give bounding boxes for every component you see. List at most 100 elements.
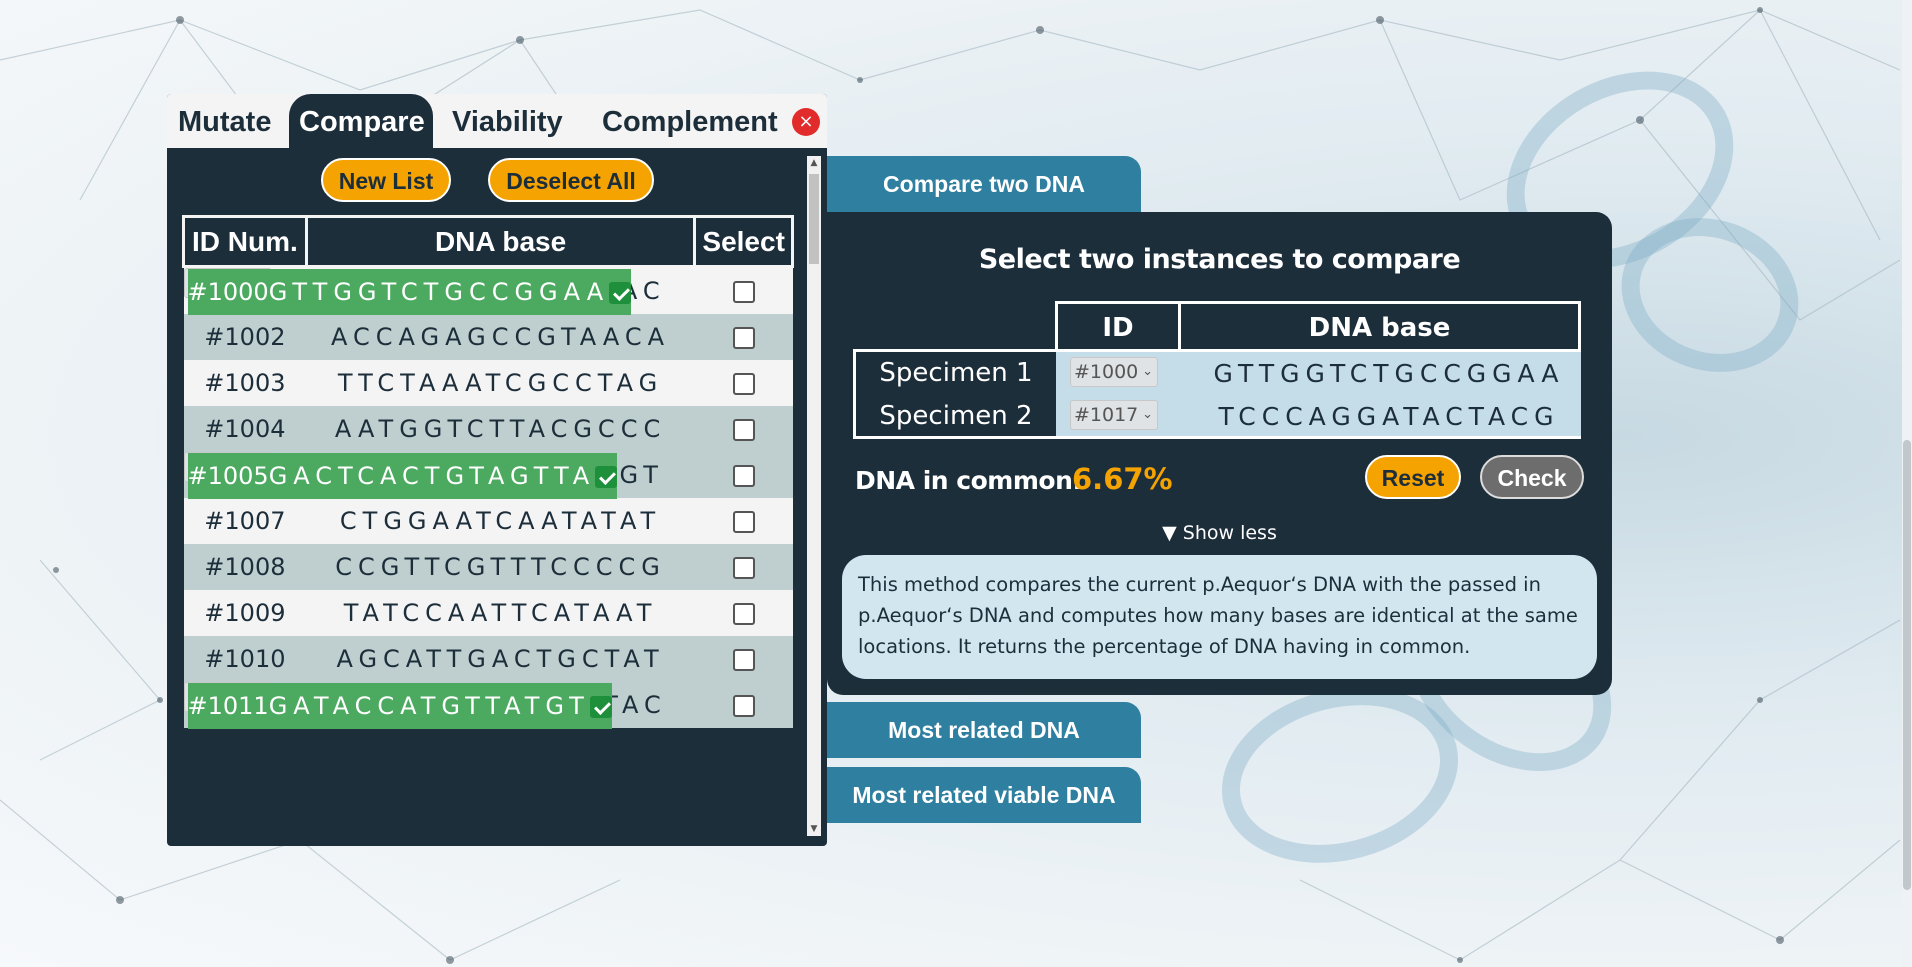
row-select-cell bbox=[694, 268, 793, 314]
row-select-cell bbox=[694, 544, 793, 590]
row-select-cell bbox=[694, 406, 793, 452]
row-id: #1003 bbox=[183, 360, 307, 406]
row-select-cell bbox=[694, 636, 793, 682]
table-row[interactable]: #1004 AATGGTCTTACGCCC bbox=[183, 406, 793, 452]
page-scrollbar[interactable] bbox=[1902, 0, 1912, 967]
column-header-select: Select bbox=[693, 215, 794, 268]
row-dna: AGCATTGACTGCTAT bbox=[306, 636, 695, 682]
table-row[interactable]: #1009 TATCCAATTCATAAT bbox=[183, 590, 793, 636]
row-select-cell bbox=[694, 314, 793, 360]
row-select-checkbox[interactable] bbox=[732, 465, 755, 487]
table-row[interactable]: #1011 GATACCATGTTATGT bbox=[183, 682, 612, 729]
chevron-down-icon: ⌄ bbox=[1142, 407, 1153, 422]
page-scroll-thumb[interactable] bbox=[1903, 440, 1911, 890]
most-related-viable-dna-tab[interactable]: Most related viable DNA bbox=[827, 767, 1141, 823]
compare-panel: Select two instances to compare ID DNA b… bbox=[827, 212, 1612, 695]
table-row[interactable]: #1007 CTGGAATCAATATAT bbox=[183, 498, 793, 544]
row-select-checkbox[interactable] bbox=[589, 696, 612, 718]
scroll-up-icon[interactable]: ▲ bbox=[807, 156, 821, 170]
row-select-cell bbox=[694, 498, 793, 544]
table-row[interactable]: #1002 ACCAGAGCCGTAACA bbox=[183, 314, 793, 360]
row-select-cell bbox=[694, 682, 793, 728]
specimen-1-select[interactable]: #1000 ⌄ bbox=[1070, 357, 1158, 387]
dna-table-viewport[interactable]: ID Num. DNA base Select #1000 GTTGGTCTGCC… bbox=[182, 215, 794, 837]
chevron-down-icon: ⌄ bbox=[1142, 364, 1153, 379]
dna-table: ID Num. DNA base Select #1000 GTTGGTCTGCC… bbox=[182, 215, 794, 729]
row-select-checkbox[interactable] bbox=[732, 419, 755, 441]
dna-in-common-label: DNA in common: bbox=[855, 466, 1082, 495]
row-id: #1010 bbox=[183, 636, 307, 682]
row-id: #1005 bbox=[187, 453, 269, 499]
row-id: #1009 bbox=[183, 590, 307, 636]
tab-viability[interactable]: Viability bbox=[442, 94, 573, 148]
row-select-cell bbox=[609, 269, 632, 315]
compare-two-dna-tab[interactable]: Compare two DNA bbox=[827, 156, 1141, 212]
row-dna: TATCCAATTCATAAT bbox=[306, 590, 695, 636]
list-scrollbar[interactable]: ▲ ▼ bbox=[807, 156, 821, 836]
table-row[interactable]: #1008 CCGTTCGTTTCCCCG bbox=[183, 544, 793, 590]
dna-in-common-value: 6.67% bbox=[1072, 462, 1173, 496]
row-dna: GTTGGTCTGCCGGAA bbox=[268, 269, 610, 315]
specimen-1-label: Specimen 1 bbox=[879, 358, 1033, 388]
row-dna: TTCTAAATCGCCTAG bbox=[306, 360, 695, 406]
row-dna: ACCAGAGCCGTAACA bbox=[306, 314, 695, 360]
row-select-checkbox[interactable] bbox=[595, 466, 618, 488]
table-row[interactable]: #1010 AGCATTGACTGCTAT bbox=[183, 636, 793, 682]
specimen-header-dna: DNA base bbox=[1181, 301, 1581, 349]
show-less-toggle[interactable]: ▼ Show less bbox=[827, 522, 1612, 544]
row-dna: CCGTTCGTTTCCCCG bbox=[306, 544, 695, 590]
row-select-checkbox[interactable] bbox=[732, 557, 755, 579]
row-id: #1008 bbox=[183, 544, 307, 590]
tab-bar: Mutate Compare Viability Complement × bbox=[167, 94, 827, 148]
row-id: #1002 bbox=[183, 314, 307, 360]
row-select-checkbox[interactable] bbox=[732, 373, 755, 395]
specimen-2-select[interactable]: #1017 ⌄ bbox=[1070, 400, 1158, 430]
row-select-checkbox[interactable] bbox=[732, 511, 755, 533]
specimen-2-select-value: #1017 bbox=[1074, 404, 1139, 426]
method-description: This method compares the current p.Aequo… bbox=[842, 555, 1597, 679]
specimen-1-select-value: #1000 bbox=[1074, 361, 1139, 383]
row-select-cell bbox=[589, 683, 612, 729]
scroll-down-icon[interactable]: ▼ bbox=[807, 822, 821, 836]
specimen-1-dna: GTTGGTCTGCCGGAA bbox=[1213, 359, 1565, 388]
tab-mutate[interactable]: Mutate bbox=[168, 94, 281, 148]
row-select-cell bbox=[694, 452, 793, 498]
specimen-header-id: ID bbox=[1055, 301, 1181, 349]
table-row[interactable]: #1005 GACTCACTGTAGTTA bbox=[183, 452, 618, 499]
table-row[interactable]: #1000 GTTGGTCTGCCGGAA bbox=[183, 268, 632, 315]
row-select-checkbox[interactable] bbox=[732, 327, 755, 349]
row-dna: AATGGTCTTACGCCC bbox=[306, 406, 695, 452]
specimen-2-label: Specimen 2 bbox=[879, 401, 1033, 431]
row-select-checkbox[interactable] bbox=[732, 649, 755, 671]
new-list-button[interactable]: New List bbox=[321, 158, 451, 202]
row-select-checkbox[interactable] bbox=[732, 695, 755, 717]
scroll-thumb[interactable] bbox=[809, 174, 819, 264]
row-select-checkbox[interactable] bbox=[732, 603, 755, 625]
row-dna: CTGGAATCAATATAT bbox=[306, 498, 695, 544]
reset-button[interactable]: Reset bbox=[1365, 455, 1461, 499]
table-row[interactable]: #1003 TTCTAAATCGCCTAG bbox=[183, 360, 793, 406]
row-select-checkbox[interactable] bbox=[609, 282, 632, 304]
tab-compare[interactable]: Compare bbox=[289, 94, 433, 148]
row-id: #1007 bbox=[183, 498, 307, 544]
row-select-cell bbox=[694, 590, 793, 636]
row-dna: GACTCACTGTAGTTA bbox=[268, 453, 596, 499]
compare-title: Select two instances to compare bbox=[978, 244, 1461, 275]
deselect-all-button[interactable]: Deselect All bbox=[488, 158, 654, 202]
most-related-dna-tab[interactable]: Most related DNA bbox=[827, 702, 1141, 758]
tab-complement[interactable]: Complement bbox=[592, 94, 788, 148]
specimen-table: Specimen 1 Specimen 2 #1000 ⌄ #1017 ⌄ GT… bbox=[853, 349, 1581, 439]
column-header-dna: DNA base bbox=[304, 215, 697, 268]
specimen-2-dna: TCCCAGGATACTACG bbox=[1218, 402, 1560, 431]
close-icon[interactable]: × bbox=[792, 108, 820, 136]
row-dna: GATACCATGTTATGT bbox=[268, 683, 590, 729]
check-button[interactable]: Check bbox=[1480, 455, 1584, 499]
dna-table-body: #1000GTTGGTCTGCCGGAA#1001ACAACATCGAATCAC… bbox=[183, 267, 793, 729]
row-id: #1004 bbox=[183, 406, 307, 452]
row-id: #1000 bbox=[187, 269, 269, 315]
dna-list-panel: Mutate Compare Viability Complement × Ne… bbox=[167, 94, 827, 846]
row-id: #1011 bbox=[187, 683, 269, 729]
row-select-checkbox[interactable] bbox=[732, 281, 755, 303]
row-select-cell bbox=[595, 453, 618, 499]
row-select-cell bbox=[694, 360, 793, 406]
